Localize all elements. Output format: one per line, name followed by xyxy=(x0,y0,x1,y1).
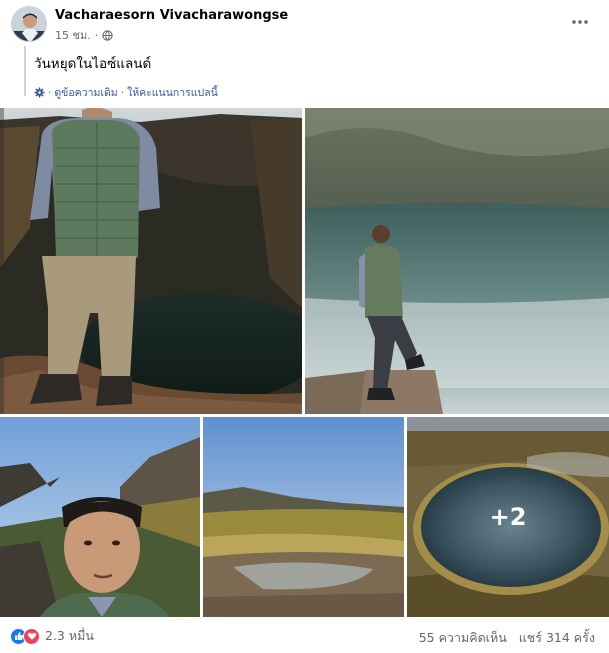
meta-separator: · xyxy=(94,28,99,42)
more-options-button[interactable] xyxy=(568,10,592,34)
facebook-post: Vacharaesorn Vivacharawongse 15 ชม. · วั… xyxy=(0,0,609,653)
translation-bar: · ดูข้อความเดิม · ให้คะแนนการแปลนี้ xyxy=(34,84,584,101)
see-original-link[interactable]: ดูข้อความเดิม xyxy=(54,84,117,101)
reaction-summary[interactable]: 2.3 หมื่น xyxy=(10,626,94,646)
photo-lake xyxy=(305,108,609,414)
love-icon xyxy=(23,627,40,645)
globe-icon[interactable] xyxy=(102,29,113,41)
reaction-count[interactable]: 2.3 หมื่น xyxy=(45,626,94,646)
more-photos-overlay[interactable]: +2 xyxy=(407,417,609,617)
comment-count[interactable]: 55 ความคิดเห็น xyxy=(419,628,507,648)
engagement-counts: 55 ความคิดเห็น แชร์ 314 ครั้ง xyxy=(419,628,595,648)
profile-photo xyxy=(12,7,46,41)
translation-separator: · xyxy=(120,86,125,99)
photo-2[interactable] xyxy=(305,108,609,414)
post-time[interactable]: 15 ชม. xyxy=(55,26,91,44)
photo-crater-rim xyxy=(0,108,302,414)
rate-translation-link[interactable]: ให้คะแนนการแปลนี้ xyxy=(127,84,218,101)
post-text-block: วันหยุดในไอซ์แลนด์ · ดูข้อความเดิม · ให้… xyxy=(24,46,584,99)
post-message: วันหยุดในไอซ์แลนด์ xyxy=(34,56,152,72)
photo-valley xyxy=(203,417,404,617)
gear-icon xyxy=(34,87,45,98)
photo-selfie xyxy=(0,417,200,617)
photo-3[interactable] xyxy=(0,417,200,617)
author-name[interactable]: Vacharaesorn Vivacharawongse xyxy=(55,8,288,23)
photo-5[interactable]: +2 xyxy=(407,417,609,617)
avatar[interactable] xyxy=(11,6,47,42)
photo-4[interactable] xyxy=(203,417,404,617)
more-icon xyxy=(572,20,588,24)
photo-1[interactable] xyxy=(0,108,302,414)
reaction-icons xyxy=(10,627,40,645)
share-count[interactable]: แชร์ 314 ครั้ง xyxy=(519,628,595,648)
translation-separator: · xyxy=(48,86,52,99)
post-meta: 15 ชม. · xyxy=(55,26,113,44)
